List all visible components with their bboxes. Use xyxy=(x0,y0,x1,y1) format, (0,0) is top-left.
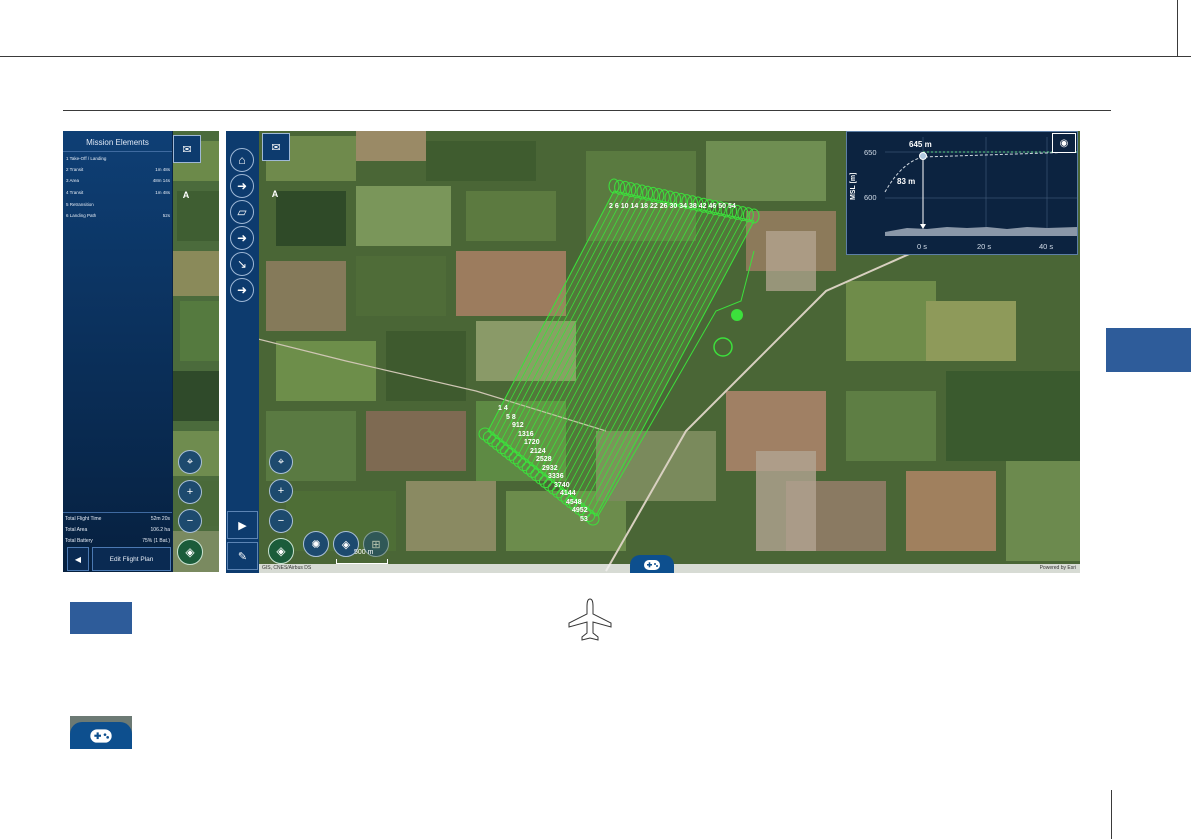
parallelogram-icon[interactable]: ▱ xyxy=(230,200,254,224)
y-tick: 650 xyxy=(864,148,877,157)
top-rule xyxy=(0,56,1191,57)
x-tick: 40 s xyxy=(1039,242,1054,251)
gamepad-icon[interactable] xyxy=(630,555,674,573)
altitude-value: 645 m xyxy=(909,140,932,149)
corner-rule xyxy=(1177,0,1178,56)
sun-icon[interactable]: ✺ xyxy=(303,531,329,557)
total-battery: Total Battery 75% (1 Bat.) xyxy=(65,538,170,544)
zoom-out-icon[interactable]: − xyxy=(269,509,293,533)
arrow-right-icon[interactable]: ➜ xyxy=(230,174,254,198)
section-rule xyxy=(63,110,1111,111)
panel-title: Mission Elements xyxy=(86,138,149,147)
mission-element-row[interactable]: 2 Transit 1m 48s xyxy=(66,167,170,177)
x-tick: 0 s xyxy=(917,242,928,251)
total-flight-time: Total Flight Time 52m 20s xyxy=(65,516,170,522)
envelope-icon[interactable]: ✉ xyxy=(262,133,290,161)
arrow-right-icon[interactable]: ➜ xyxy=(230,278,254,302)
powered-by: Powered by Esri xyxy=(1039,565,1076,571)
mission-element-row[interactable]: 4 Transit 1m 48s xyxy=(66,190,170,200)
y-tick: 600 xyxy=(864,193,877,202)
mission-elements-screenshot: Mission Elements 1 Take-Off / Landing 2 … xyxy=(63,131,219,572)
layers-icon[interactable]: ◈ xyxy=(268,538,294,564)
x-tick: 20 s xyxy=(977,242,992,251)
divider xyxy=(63,151,172,152)
mission-element-row[interactable]: 1 Take-Off / Landing xyxy=(66,156,170,166)
footer-rule xyxy=(1111,790,1112,839)
zoom-out-icon[interactable]: − xyxy=(178,509,202,533)
scale-label: 500 m xyxy=(354,549,374,556)
altitude-profile-widget: 645 m 83 m 650 600 MSL [m] 0 s 20 s 40 s… xyxy=(846,131,1078,255)
divider xyxy=(63,512,172,513)
altitude-profile-chart xyxy=(884,137,1077,236)
mission-toolbar: ⌂ ➜ ▱ ➜ ↘ ➜ ▶ ✎ xyxy=(226,131,259,573)
home-icon[interactable]: ⌂ xyxy=(230,148,254,172)
agl-value: 83 m xyxy=(897,177,916,186)
total-area: Total Area 106.2 ha xyxy=(65,527,170,533)
mission-elements-panel: Mission Elements 1 Take-Off / Landing 2 … xyxy=(63,131,173,572)
zoom-in-icon[interactable]: + xyxy=(269,479,293,503)
y-axis-title: MSL [m] xyxy=(850,172,857,200)
eye-icon[interactable]: ◉ xyxy=(1052,133,1076,153)
waypoint-labels-bottom: 1 4 5 8 912 1316 1720 2124 2528 2932 333… xyxy=(498,405,588,523)
flight-view-screenshot: 2 6 10 14 18 22 26 30 34 38 42 46 50 54 … xyxy=(226,131,1080,573)
signal-icon[interactable]: A xyxy=(173,174,199,200)
waypoint-labels-top: 2 6 10 14 18 22 26 30 34 38 42 46 50 54 xyxy=(609,203,736,210)
back-button[interactable]: ◀ xyxy=(67,547,89,571)
envelope-icon[interactable]: ✉ xyxy=(173,135,201,163)
mission-element-row[interactable]: 6 Landing Path 52s xyxy=(66,213,170,223)
signal-icon[interactable]: A xyxy=(262,173,288,199)
gamepad-icon[interactable] xyxy=(70,722,132,749)
zoom-in-icon[interactable]: + xyxy=(178,480,202,504)
landing-icon[interactable]: ↘ xyxy=(230,252,254,276)
map-attribution: GIS, CNES/Airbus DS xyxy=(262,565,312,571)
layers-icon[interactable]: ◈ xyxy=(177,539,203,565)
center-map-icon[interactable]: ⌖ xyxy=(178,450,202,474)
edit-flight-plan-button[interactable]: Edit Flight Plan xyxy=(92,547,171,571)
pencil-icon[interactable]: ✎ xyxy=(227,542,258,570)
gamepad-tab-example xyxy=(70,716,132,749)
triangle-right-icon[interactable]: ▶ xyxy=(227,511,258,539)
arrow-right-icon[interactable]: ➜ xyxy=(230,226,254,250)
mission-element-row[interactable]: 3 Area 48m 14s xyxy=(66,178,170,188)
center-map-icon[interactable]: ⌖ xyxy=(269,450,293,474)
chapter-side-tab xyxy=(1106,328,1191,372)
mission-element-row[interactable]: 5 Retransition xyxy=(66,202,170,212)
airplane-icon xyxy=(568,598,612,641)
blue-tab-example xyxy=(70,602,132,634)
